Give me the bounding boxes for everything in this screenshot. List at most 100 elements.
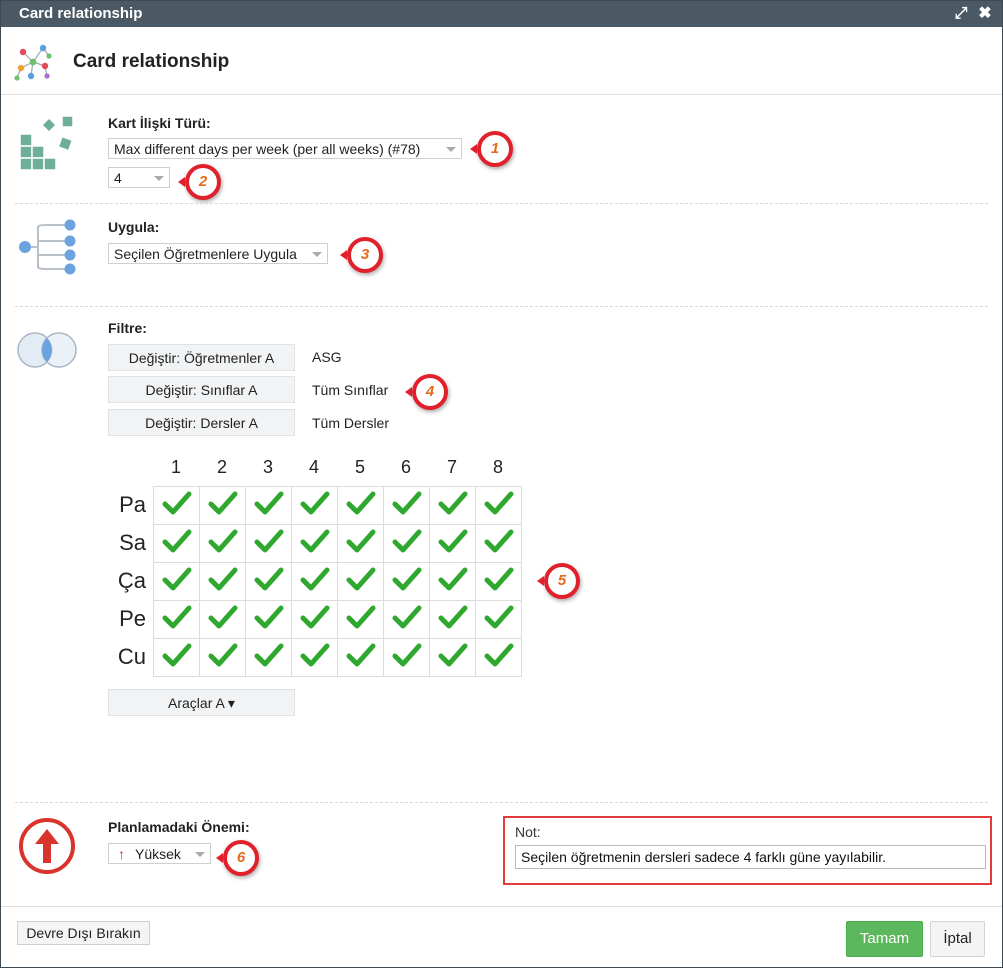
grid-cell[interactable] <box>245 486 292 525</box>
title-bar[interactable]: Card relationship ⤢ ✖ <box>1 1 1002 27</box>
cancel-button[interactable]: İptal <box>930 921 985 957</box>
checkmark-icon <box>438 491 467 515</box>
grid-cell[interactable] <box>291 600 338 639</box>
change-teachers-button[interactable]: Değiştir: Öğretmenler A <box>108 344 295 371</box>
grid-cell[interactable] <box>153 486 200 525</box>
checkmark-icon <box>346 529 375 553</box>
change-subjects-button[interactable]: Değiştir: Dersler A <box>108 409 295 436</box>
checkmark-icon <box>254 567 283 591</box>
grid-cell[interactable] <box>245 524 292 563</box>
grid-cell[interactable] <box>153 524 200 563</box>
grid-cell[interactable] <box>153 562 200 601</box>
importance-label: Planlamadaki Önemi: <box>108 819 250 835</box>
grid-cell[interactable] <box>245 600 292 639</box>
checkmark-icon <box>162 491 191 515</box>
relation-type-select[interactable]: Max different days per week (per all wee… <box>108 138 462 159</box>
filter-label: Filtre: <box>108 320 147 336</box>
checkmark-icon <box>346 605 375 629</box>
checkmark-icon <box>484 643 513 667</box>
card-relationship-dialog: Card relationship ⤢ ✖ Card relationship <box>0 0 1003 968</box>
checkmark-icon <box>208 529 237 553</box>
grid-cell[interactable] <box>199 562 246 601</box>
checkmark-icon <box>254 491 283 515</box>
apply-value: Seçilen Öğretmenlere Uygula <box>114 246 297 262</box>
grid-cell[interactable] <box>245 638 292 677</box>
venn-filter-icon <box>17 332 77 368</box>
network-graph-icon <box>14 44 52 81</box>
grid-cell[interactable] <box>429 638 476 677</box>
grid-column-header: 5 <box>354 457 365 477</box>
grid-cell[interactable] <box>429 524 476 563</box>
grid-cell[interactable] <box>383 600 430 639</box>
checkmark-icon <box>300 643 329 667</box>
checkmark-icon <box>438 643 467 667</box>
callout-marker-6: 6 <box>216 840 259 876</box>
grid-cell[interactable] <box>245 562 292 601</box>
grid-cell[interactable] <box>475 524 522 563</box>
chevron-down-icon <box>195 852 205 857</box>
close-icon[interactable]: ✖ <box>974 1 996 27</box>
grid-row <box>153 562 522 601</box>
grid-cell[interactable] <box>383 486 430 525</box>
grid-cell[interactable] <box>199 638 246 677</box>
grid-cell[interactable] <box>199 600 246 639</box>
day-period-grid <box>153 486 522 677</box>
grid-cell[interactable] <box>475 562 522 601</box>
checkmark-icon <box>208 567 237 591</box>
checkmark-icon <box>392 567 421 591</box>
grid-cell[interactable] <box>199 486 246 525</box>
checkmark-icon <box>484 529 513 553</box>
grid-cell[interactable] <box>291 486 338 525</box>
grid-column-header: 4 <box>308 457 319 477</box>
relation-type-value: Max different days per week (per all wee… <box>114 141 421 157</box>
checkmark-icon <box>300 567 329 591</box>
grid-cell[interactable] <box>429 600 476 639</box>
change-classes-button[interactable]: Değiştir: Sınıflar A <box>108 376 295 403</box>
apply-select[interactable]: Seçilen Öğretmenlere Uygula <box>108 243 328 264</box>
grid-cell[interactable] <box>383 524 430 563</box>
relation-type-label: Kart İlişki Türü: <box>108 115 211 131</box>
grid-cell[interactable] <box>383 638 430 677</box>
grid-cell[interactable] <box>337 562 384 601</box>
grid-cell[interactable] <box>475 486 522 525</box>
grid-cell[interactable] <box>337 486 384 525</box>
callout-marker-1: 1 <box>470 131 513 167</box>
grid-cell[interactable] <box>291 638 338 677</box>
maximize-icon[interactable]: ⤢ <box>950 1 972 27</box>
grid-cell[interactable] <box>337 600 384 639</box>
filter-classes-value: Tüm Sınıflar <box>312 382 389 398</box>
grid-cell[interactable] <box>291 524 338 563</box>
tools-menu-button[interactable]: Araçlar A ▾ <box>108 689 295 716</box>
grid-cell[interactable] <box>475 600 522 639</box>
checkmark-icon <box>254 605 283 629</box>
importance-select[interactable]: ↑ Yüksek <box>108 843 211 864</box>
apply-label: Uygula: <box>108 219 160 235</box>
grid-row <box>153 600 522 639</box>
grid-column-header: 7 <box>446 457 457 477</box>
checkmark-icon <box>162 643 191 667</box>
grid-cell[interactable] <box>475 638 522 677</box>
callout-marker-5: 5 <box>537 563 580 599</box>
relation-count-select[interactable]: 4 <box>108 167 170 188</box>
dialog-title: Card relationship <box>73 51 230 72</box>
grid-cell[interactable] <box>153 600 200 639</box>
grid-cell[interactable] <box>153 638 200 677</box>
grid-cell[interactable] <box>429 562 476 601</box>
checkmark-icon <box>484 605 513 629</box>
importance-value: Yüksek <box>135 846 181 862</box>
grid-cell[interactable] <box>429 486 476 525</box>
grid-cell[interactable] <box>337 638 384 677</box>
grid-cell[interactable] <box>291 562 338 601</box>
section-divider <box>15 203 988 204</box>
grid-cell[interactable] <box>337 524 384 563</box>
grid-cell[interactable] <box>199 524 246 563</box>
note-input[interactable]: Seçilen öğretmenin dersleri sadece 4 far… <box>515 845 986 869</box>
checkmark-icon <box>438 567 467 591</box>
grid-row-header: Cu <box>117 644 146 669</box>
importance-up-arrow-icon <box>19 818 75 874</box>
grid-cell[interactable] <box>383 562 430 601</box>
checkmark-icon <box>162 605 191 629</box>
disable-button[interactable]: Devre Dışı Bırakın <box>17 921 150 945</box>
grid-row-header: Pa <box>119 492 146 517</box>
ok-button[interactable]: Tamam <box>846 921 923 957</box>
